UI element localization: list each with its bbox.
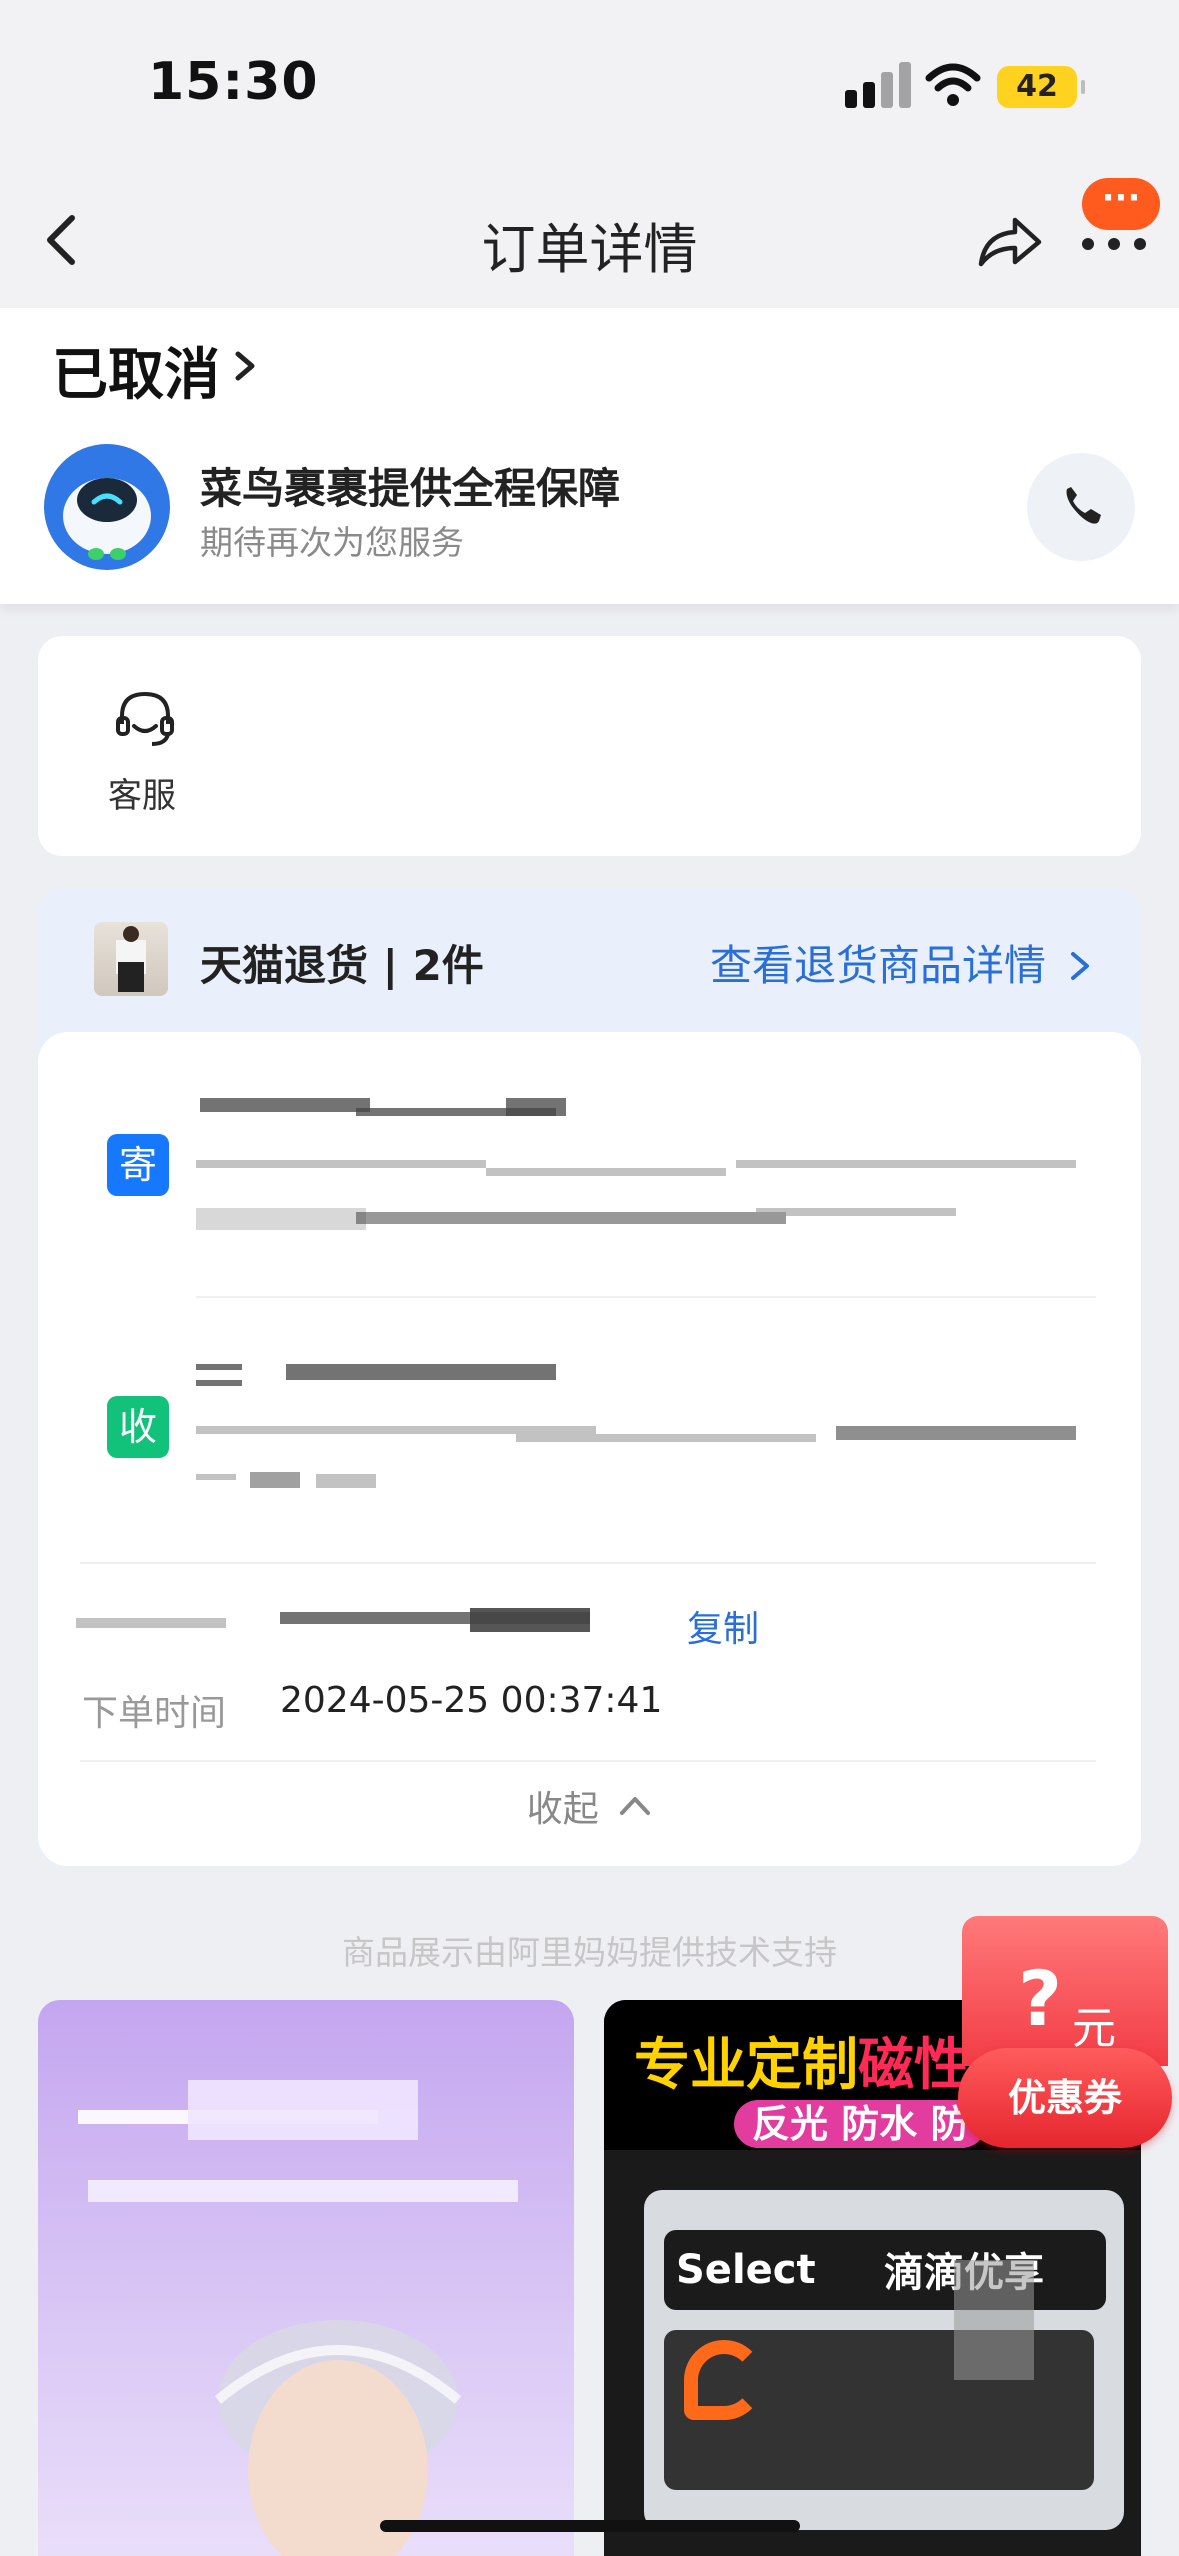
customer-service-label[interactable]: 客服 <box>108 768 176 817</box>
receiver-info-redacted <box>196 1356 1076 1506</box>
wifi-icon <box>925 63 981 106</box>
view-return-details-label: 查看退货商品详情 <box>710 941 1047 990</box>
product-title: 专业定制磁性 <box>634 2020 970 2101</box>
service-card <box>38 636 1141 856</box>
order-number-label-redacted <box>76 1604 226 1640</box>
share-icon[interactable] <box>975 212 1045 272</box>
return-product-thumbnail[interactable] <box>94 922 168 996</box>
collapse-label: 收起 <box>526 1789 599 1830</box>
status-time: 15:30 <box>148 52 319 112</box>
coupon-amount: ? <box>1018 1954 1063 2043</box>
product-card-shower-cap[interactable] <box>38 2000 574 2556</box>
divider <box>80 1760 1096 1762</box>
more-icon <box>1078 238 1158 258</box>
product-tags: 反光 防水 防 <box>734 2100 987 2148</box>
coupon-unit: 元 <box>1072 2003 1116 2054</box>
divider <box>196 1296 1096 1298</box>
chevron-up-icon <box>620 1797 651 1815</box>
coupon-button[interactable]: 优惠券 <box>958 2048 1172 2148</box>
collapse-button[interactable]: 收起 <box>0 1780 1179 1832</box>
headset-icon[interactable] <box>112 686 178 752</box>
didi-logo-icon <box>684 2340 764 2420</box>
order-time-label: 下单时间 <box>82 1693 227 1734</box>
courier-guarantee-title: 菜鸟裹裹提供全程保障 <box>200 464 621 513</box>
product-title-a: 专业定制 <box>634 2033 858 2098</box>
home-indicator[interactable] <box>380 2520 800 2532</box>
order-time-value: 2024-05-25 00:37:41 <box>280 1680 663 1721</box>
product-title-b: 磁性 <box>858 2033 970 2098</box>
return-title: 天猫退货 | 2件 <box>200 941 484 990</box>
sender-tag: 寄 <box>107 1134 169 1196</box>
courier-guarantee-subtitle: 期待再次为您服务 <box>200 523 464 562</box>
chevron-right-icon <box>1071 952 1090 980</box>
sender-info-redacted <box>196 1090 1076 1240</box>
redacted-block <box>954 2260 1034 2380</box>
order-status-title[interactable]: 已取消 <box>52 330 220 411</box>
message-badge: ··· <box>1082 178 1160 230</box>
view-return-details-link[interactable]: 查看退货商品详情 <box>710 932 1093 993</box>
battery-indicator: 42 <box>997 66 1085 108</box>
receiver-tag: 收 <box>107 1396 169 1458</box>
product-image-model <box>214 2320 462 2556</box>
phone-icon <box>1066 487 1101 524</box>
order-number-value-redacted <box>280 1604 600 1640</box>
courier-robot-avatar <box>44 444 170 570</box>
call-courier-button[interactable] <box>1027 453 1135 561</box>
signal-icon <box>845 62 919 108</box>
divider <box>80 1562 1096 1564</box>
coupon-amount-panel: ? 元 <box>962 1916 1168 2066</box>
chevron-right-icon[interactable] <box>230 346 260 386</box>
copy-order-number-button[interactable]: 复制 <box>687 1600 759 1652</box>
coupon-floater[interactable]: ? 元 优惠券 <box>958 1916 1172 2152</box>
